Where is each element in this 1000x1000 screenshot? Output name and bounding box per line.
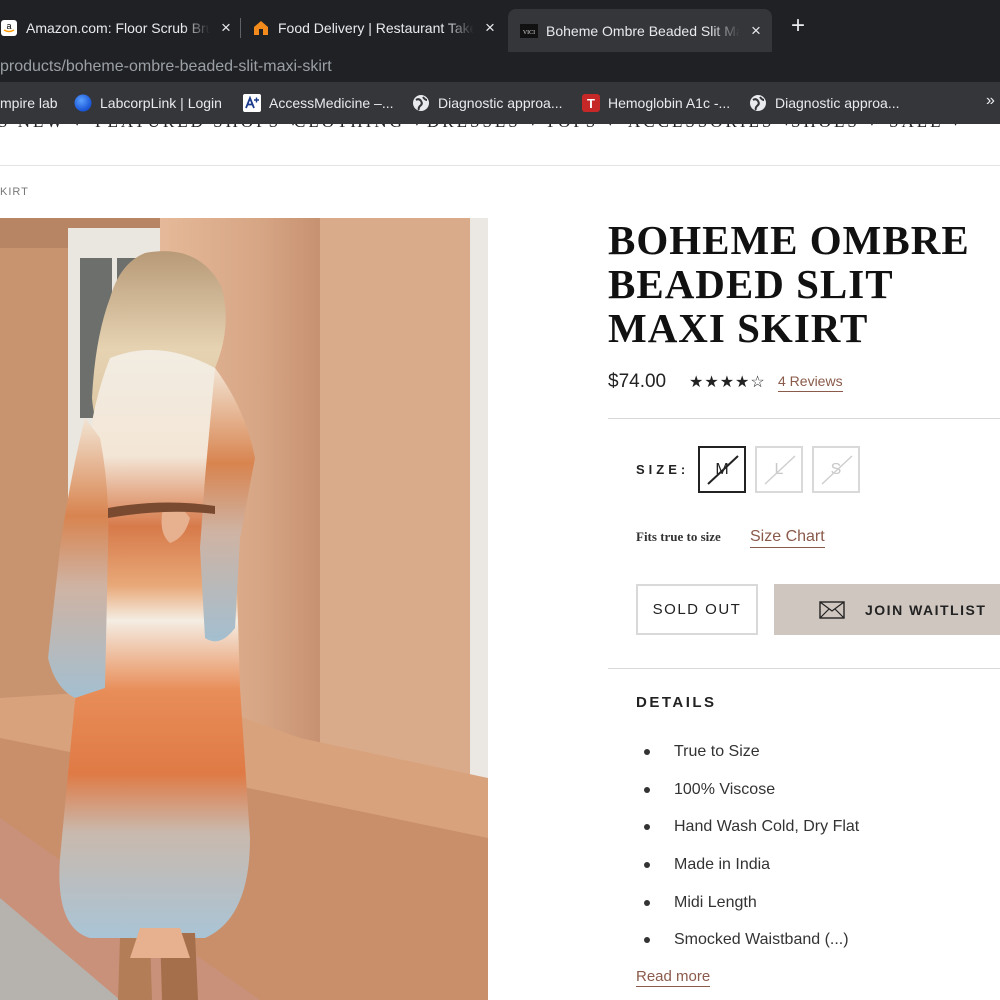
size-option-l[interactable]: L [755,446,803,493]
size-option-s[interactable]: S [812,446,860,493]
amazon-icon: a [0,19,18,37]
tab-food-delivery[interactable]: Food Delivery | Restaurant Takeout × [252,9,500,47]
bookmark-item[interactable]: AccessMedicine –... [243,93,394,113]
detail-text: True to Size [674,743,760,760]
close-tab-icon[interactable]: × [216,18,236,38]
rating-stars[interactable]: ★★★★☆ [689,372,766,392]
t-icon: T [582,94,600,112]
read-more-link[interactable]: Read more [636,968,711,987]
url-field[interactable]: products/boheme-ombre-beaded-slit-maxi-s… [0,52,1000,82]
close-tab-icon[interactable]: × [746,21,766,41]
bookmark-label: Hemoglobin A1c -... [608,95,731,111]
list-item: Made in India [636,846,859,884]
bookmark-item[interactable]: T Hemoglobin A1c -... [582,93,730,113]
details-heading[interactable]: DETAILS [636,694,717,711]
nav-item-shoes[interactable]: SHOES ˅ [791,124,880,132]
vici-icon: VICI [520,22,538,40]
list-item: Smocked Waistband (...) [636,921,859,959]
product-photo-illustration [0,218,488,1000]
detail-text: Midi Length [674,893,757,911]
bookmark-item[interactable]: mpire lab [0,93,58,113]
bookmark-item[interactable]: LabcorpLink | Login [74,93,222,113]
tab-divider [240,18,241,38]
bookmark-label: Diagnostic approa... [438,95,563,111]
tab-title: Food Delivery | Restaurant Takeout [278,20,474,36]
globe-icon [749,94,767,112]
tab-title: Boheme Ombre Beaded Slit Maxi Skirt [546,22,740,39]
nav-item-featured-shops[interactable]: FEATURED SHOPS ˅ [95,124,301,132]
bookmark-label: mpire lab [0,95,58,111]
bookmark-label: AccessMedicine –... [269,95,394,111]
size-label: SIZE: [636,462,690,477]
bookmarks-bar: mpire lab LabcorpLink | Login AccessMedi… [0,82,1000,124]
list-item: True to Size [636,733,859,771]
join-waitlist-button[interactable]: JOIN WAITLIST [774,584,1000,635]
nav-item-clothing[interactable]: CLOTHING ˅ [294,124,425,132]
detail-text: 100% Viscose [674,780,776,798]
labcorp-icon [74,94,92,112]
divider [608,418,1000,419]
detail-text: Hand Wash Cold, Dry Flat [674,818,860,836]
product-image[interactable] [0,218,488,1000]
bullet-icon [644,862,650,869]
svg-text:a: a [6,21,11,31]
bullet-icon [644,937,650,944]
nav-item-new[interactable]: S NEW ˅ [0,124,85,132]
bookmark-label: Diagnostic approa... [775,95,900,111]
tab-boheme-skirt[interactable]: VICI Boheme Ombre Beaded Slit Maxi Skirt… [508,9,772,52]
bullet-icon [644,786,650,793]
bullet-icon [644,824,650,831]
size-chart-link[interactable]: Size Chart [750,528,825,548]
product-title: BOHEME OMBRE BEADED SLIT MAXI SKIRT [608,217,970,351]
list-item: 100% Viscose [636,771,859,809]
new-tab-button[interactable]: + [786,14,810,38]
unavailable-slash-icon [821,455,853,485]
browser-tab-bar: a Amazon.com: Floor Scrub Brush × Food D… [0,0,1000,52]
globe-icon [412,94,430,112]
tab-title: Amazon.com: Floor Scrub Brush [26,20,210,36]
list-item: Hand Wash Cold, Dry Flat [636,808,859,846]
nav-item-accessories[interactable]: ACCESSORIES ˅ [628,124,794,132]
reviews-link[interactable]: 4 Reviews [778,373,843,392]
nav-item-sale[interactable]: SALE ˅ [889,124,963,132]
join-waitlist-label: JOIN WAITLIST [865,601,987,618]
divider [608,668,1000,669]
bullet-icon [644,749,650,755]
bookmark-item[interactable]: Diagnostic approa... [749,93,900,113]
details-list: True to Size 100% Viscose Hand Wash Cold… [636,733,859,959]
product-price: $74.00 [608,371,667,392]
breadcrumb[interactable]: KIRT [0,186,29,198]
size-option-m[interactable]: M [698,446,746,493]
detail-text: Smocked Waistband (...) [674,931,849,949]
mail-icon [819,600,845,619]
bookmark-label: LabcorpLink | Login [100,95,222,111]
unavailable-slash-icon [707,455,739,485]
url-text: products/boheme-ombre-beaded-slit-maxi-s… [0,58,332,75]
svg-text:VICI: VICI [523,30,535,36]
bullet-icon [644,899,650,906]
nav-item-tops[interactable]: TOPS ˅ [545,124,618,132]
bookmark-item[interactable]: Diagnostic approa... [412,93,563,113]
fit-note: Fits true to size [636,529,721,544]
grubhub-icon [252,19,270,37]
site-navigation: S NEW ˅ FEATURED SHOPS ˅ CLOTHING ˅ DRES… [0,124,1000,166]
sold-out-button[interactable]: SOLD OUT [636,584,758,635]
close-tab-icon[interactable]: × [480,18,500,38]
bookmarks-overflow-button[interactable]: » [986,92,995,110]
list-item: Midi Length [636,884,859,922]
unavailable-slash-icon [764,455,796,485]
accessmedicine-icon [243,94,261,112]
tab-amazon[interactable]: a Amazon.com: Floor Scrub Brush × [0,9,236,47]
detail-text: Made in India [674,856,771,874]
address-bar: products/boheme-ombre-beaded-slit-maxi-s… [0,52,1000,82]
svg-text:T: T [587,96,595,111]
nav-item-dresses[interactable]: DRESSES ˅ [427,124,541,132]
